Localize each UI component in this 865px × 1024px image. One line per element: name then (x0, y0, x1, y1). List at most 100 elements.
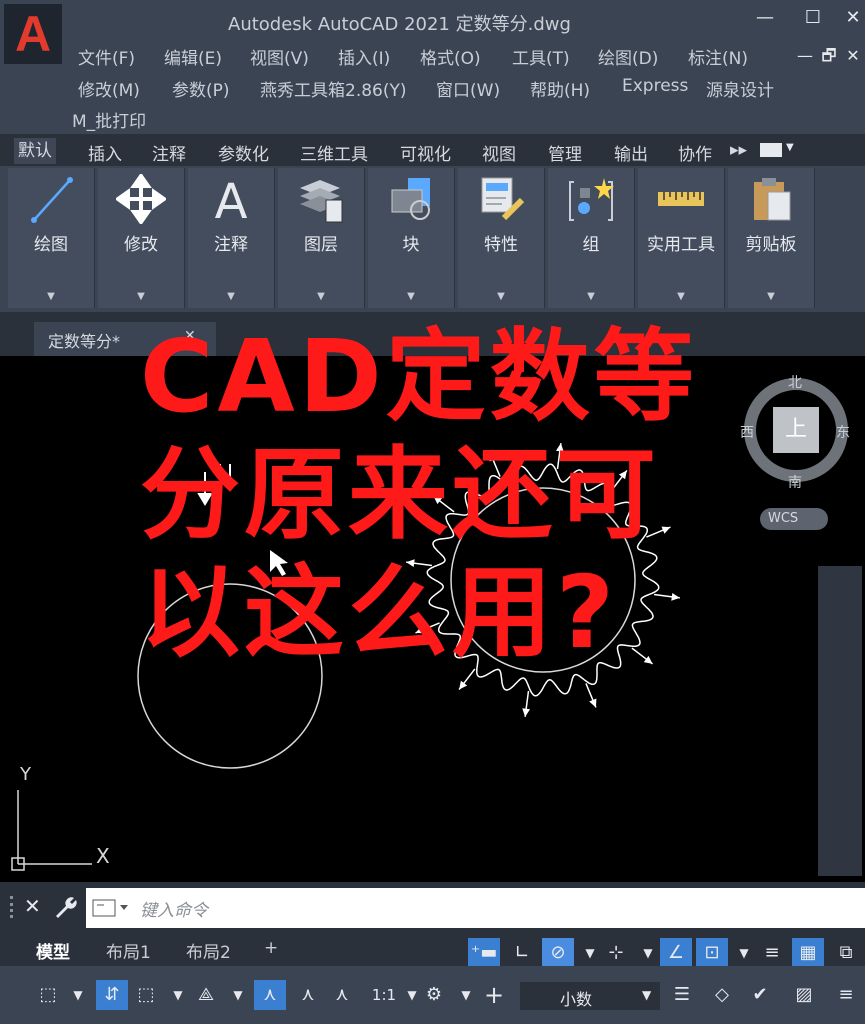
plus-icon[interactable]: + (478, 980, 510, 1010)
annotation-visibility-button[interactable]: ⋏ (254, 980, 286, 1010)
tab-annotate[interactable]: 注释 (152, 140, 186, 165)
ribbon: 绘图 ▼ 修改 ▼ A 注释 ▼ 图层 ▼ 块 ▼ 特性 ▼ 组 ▼ 实用工具 … (0, 166, 865, 312)
clean-screen-icon[interactable]: ▨ (788, 980, 820, 1010)
ortho-icon[interactable]: ∟ (506, 938, 538, 968)
3d-object-snap-icon[interactable]: ⬚ (32, 980, 64, 1010)
overlay-line-2: 分原来还可 (140, 436, 660, 553)
tab-view[interactable]: 视图 (482, 140, 516, 165)
menu-insert[interactable]: 插入(I) (338, 44, 390, 69)
chevron-down-icon[interactable]: ▼ (98, 291, 184, 302)
dynamic-ucs-button[interactable]: ∠ (660, 938, 692, 968)
panel-clipboard[interactable]: 剪贴板 ▼ (728, 168, 815, 308)
close-button[interactable]: ✕ (840, 6, 865, 30)
transparency-button[interactable]: ▦ (792, 938, 824, 968)
menu-express[interactable]: Express (622, 76, 688, 96)
panel-layers[interactable]: 图层 ▼ (278, 168, 365, 308)
panel-annotation[interactable]: A 注释 ▼ (188, 168, 275, 308)
panel-block[interactable]: 块 ▼ (368, 168, 455, 308)
autocad-logo-button[interactable]: A (4, 4, 62, 64)
menu-help[interactable]: 帮助(H) (530, 76, 590, 101)
workspace-icon[interactable] (760, 143, 782, 157)
inner-restore-button[interactable]: 🗗 (816, 44, 842, 68)
panel-group[interactable]: 组 ▼ (548, 168, 635, 308)
panel-modify[interactable]: 修改 ▼ (98, 168, 185, 308)
chevron-down-icon[interactable]: ▼ (786, 142, 794, 153)
tab-default[interactable]: 默认 (14, 138, 56, 164)
close-icon[interactable]: ✕ (24, 894, 41, 918)
menu-batch-plot[interactable]: M_批打印 (72, 107, 146, 132)
annotation-scale-icon[interactable]: ⋏ (326, 980, 358, 1010)
add-layout-button[interactable]: + (264, 938, 278, 958)
tab-more-icon[interactable]: ▸▸ (730, 140, 747, 160)
chevron-down-icon[interactable]: ▼ (548, 291, 634, 302)
menu-yanxiu[interactable]: 燕秀工具箱2.86(Y) (260, 76, 407, 101)
chevron-down-icon[interactable]: ▼ (458, 291, 544, 302)
selection-cycling-icon[interactable]: ⧉ (830, 938, 862, 968)
isodraft-icon[interactable]: ⟁ (190, 980, 222, 1010)
inner-minimize-button[interactable]: — (792, 44, 818, 68)
menu-modify[interactable]: 修改(M) (78, 76, 140, 101)
navigation-bar[interactable] (818, 566, 862, 876)
isolate-objects-icon[interactable]: ◇ (706, 980, 738, 1010)
chevron-down-icon[interactable]: ▼ (62, 980, 94, 1010)
menu-parametric[interactable]: 参数(P) (172, 76, 230, 101)
menu-draw[interactable]: 绘图(D) (598, 44, 658, 69)
menu-yuanquan[interactable]: 源泉设计 (706, 76, 774, 101)
arrow-head-icon (522, 708, 531, 717)
chevron-down-icon[interactable]: ▼ (8, 291, 94, 302)
menu-tools[interactable]: 工具(T) (512, 44, 570, 69)
grid-snap-button[interactable]: ⁺▬ (468, 938, 500, 968)
menu-file[interactable]: 文件(F) (78, 44, 135, 69)
ucs-axis-button[interactable]: ⇵ (96, 980, 128, 1010)
command-input[interactable]: 键入命令 (86, 888, 865, 928)
hardware-acceleration-icon[interactable]: ✔ (744, 980, 776, 1010)
units-dropdown[interactable]: 小数 ▼ (520, 982, 660, 1010)
menu-view[interactable]: 视图(V) (250, 44, 309, 69)
tab-insert[interactable]: 插入 (88, 140, 122, 165)
menu-format[interactable]: 格式(O) (420, 44, 481, 69)
auto-scale-icon[interactable]: ⋏ (292, 980, 324, 1010)
panel-utilities[interactable]: 实用工具 ▼ (638, 168, 725, 308)
minimize-button[interactable]: — (752, 6, 778, 30)
compass-north[interactable]: 北 (788, 372, 802, 392)
tab-model[interactable]: 模型 (36, 938, 70, 963)
tab-manage[interactable]: 管理 (548, 140, 582, 165)
viewcube-top-face[interactable]: 上 (773, 407, 819, 453)
text-a-icon: A (215, 174, 248, 224)
menu-window[interactable]: 窗口(W) (436, 76, 500, 101)
tab-visualize[interactable]: 可视化 (400, 140, 451, 165)
tab-collaborate[interactable]: 协作 (678, 140, 712, 165)
chevron-down-icon[interactable]: ▼ (222, 980, 254, 1010)
menu-dimension[interactable]: 标注(N) (688, 44, 748, 69)
grip-handle[interactable] (10, 896, 16, 918)
tab-parametric[interactable]: 参数化 (218, 140, 269, 165)
panel-properties[interactable]: 特性 ▼ (458, 168, 545, 308)
tab-layout2[interactable]: 布局2 (186, 938, 231, 963)
chevron-down-icon[interactable]: ▼ (188, 291, 274, 302)
command-prompt-icon[interactable] (92, 899, 132, 917)
tab-layout1[interactable]: 布局1 (106, 938, 151, 963)
maximize-button[interactable]: ☐ (800, 6, 826, 30)
tab-3d-tools[interactable]: 三维工具 (300, 140, 368, 165)
panel-draw[interactable]: 绘图 ▼ (8, 168, 95, 308)
properties-list-icon[interactable]: ☰ (666, 980, 698, 1010)
gear-icon[interactable]: ⚙ (418, 980, 450, 1010)
chevron-down-icon[interactable]: ▼ (728, 291, 814, 302)
chevron-down-icon[interactable]: ▼ (638, 291, 724, 302)
tab-output[interactable]: 输出 (614, 140, 648, 165)
gizmo-icon[interactable]: ⬚ (130, 980, 162, 1010)
menu-edit[interactable]: 编辑(E) (164, 44, 222, 69)
compass-south[interactable]: 南 (788, 472, 802, 492)
wcs-menu[interactable]: WCS (760, 508, 828, 530)
chevron-down-icon[interactable]: ▼ (368, 291, 454, 302)
polar-tracking-button[interactable]: ⊘ (542, 938, 574, 968)
chevron-down-icon[interactable]: ▼ (278, 291, 364, 302)
inner-close-button[interactable]: ✕ (840, 44, 865, 68)
customization-menu-icon[interactable]: ≡ (830, 980, 862, 1010)
lineweight-icon[interactable]: ≡ (756, 938, 788, 968)
object-snap-button[interactable]: ⊡ (696, 938, 728, 968)
wrench-icon[interactable] (52, 894, 78, 920)
osnap-tracking-icon[interactable]: ⊹ (600, 938, 632, 968)
compass-east[interactable]: 东 (836, 422, 850, 442)
arrow-head-icon (459, 680, 468, 690)
